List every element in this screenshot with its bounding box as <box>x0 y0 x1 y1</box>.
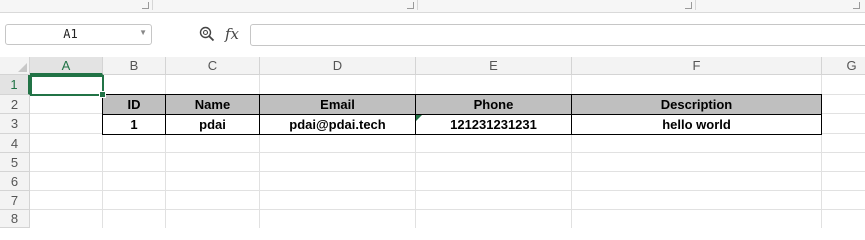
row-header-8[interactable]: 8 <box>0 210 30 228</box>
table-header-phone[interactable]: Phone <box>415 94 572 115</box>
gridline <box>30 209 865 210</box>
fill-handle[interactable] <box>99 91 106 98</box>
formula-bar: A1 ▼ fx <box>0 13 865 57</box>
dialog-launcher-icon[interactable] <box>407 2 414 9</box>
table-cell-description[interactable]: hello world <box>571 114 822 135</box>
ribbon-separator <box>695 0 696 10</box>
row-header-4[interactable]: 4 <box>0 134 30 153</box>
select-all-corner[interactable] <box>0 57 30 75</box>
row-header-7[interactable]: 7 <box>0 191 30 210</box>
ribbon-separator <box>417 0 418 10</box>
table-header-email[interactable]: Email <box>259 94 416 115</box>
table-header-description[interactable]: Description <box>571 94 822 115</box>
gridline <box>30 152 865 153</box>
column-header-b[interactable]: B <box>103 57 166 75</box>
row-header-1[interactable]: 1 <box>0 75 30 95</box>
column-header-d[interactable]: D <box>260 57 416 75</box>
insert-function-icon[interactable]: fx <box>225 25 239 43</box>
spreadsheet-grid: A B C D E F G 1 2 3 4 5 6 7 8 ID Name Em… <box>0 57 865 228</box>
column-header-c[interactable]: C <box>166 57 260 75</box>
row-header-3[interactable]: 3 <box>0 114 30 134</box>
zoom-icon[interactable] <box>199 26 215 42</box>
ribbon-bottom-strip <box>0 0 865 13</box>
table-cell-email[interactable]: pdai@pdai.tech <box>259 114 416 135</box>
chevron-down-icon[interactable]: ▼ <box>139 28 147 37</box>
active-cell-a1[interactable] <box>30 75 106 98</box>
column-header-a[interactable]: A <box>30 57 103 75</box>
dialog-launcher-icon[interactable] <box>142 2 149 9</box>
table-header-name[interactable]: Name <box>165 94 260 115</box>
ribbon-separator <box>152 0 153 10</box>
dialog-launcher-icon[interactable] <box>685 2 692 9</box>
table-cell-id[interactable]: 1 <box>102 114 166 135</box>
table-header-id[interactable]: ID <box>102 94 166 115</box>
column-header-e[interactable]: E <box>416 57 572 75</box>
gridline <box>30 190 865 191</box>
row-header-6[interactable]: 6 <box>0 172 30 191</box>
column-header-f[interactable]: F <box>572 57 822 75</box>
row-header-5[interactable]: 5 <box>0 153 30 172</box>
name-box-value: A1 <box>63 27 78 41</box>
row-header-2[interactable]: 2 <box>0 95 30 114</box>
table-cell-name[interactable]: pdai <box>165 114 260 135</box>
table-cell-phone[interactable]: 121231231231 <box>415 114 572 135</box>
error-indicator-icon <box>416 115 422 121</box>
column-header-g[interactable]: G <box>822 57 865 75</box>
dialog-launcher-icon[interactable] <box>853 2 860 9</box>
formula-input[interactable] <box>250 24 865 46</box>
gridline <box>30 171 865 172</box>
name-box[interactable]: A1 ▼ <box>5 24 152 45</box>
